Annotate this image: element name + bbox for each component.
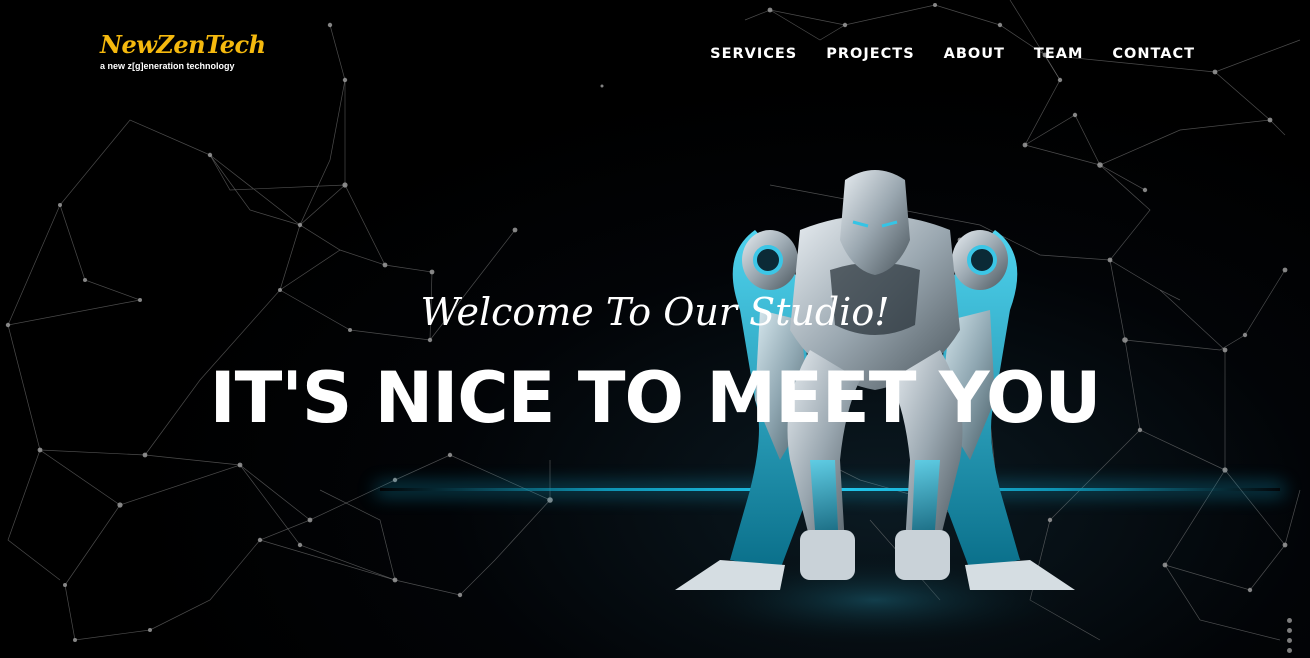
brand-name: NewZenTech [100, 30, 266, 59]
nav-link-services[interactable]: SERVICES [710, 46, 797, 62]
hero-subtitle: Welcome To Our Studio! [420, 290, 890, 334]
nav-link-contact[interactable]: CONTACT [1112, 46, 1195, 62]
scroll-dot [1287, 648, 1292, 653]
nav-link-about[interactable]: ABOUT [944, 46, 1005, 62]
brand-logo[interactable]: NewZenTech a new z[g]eneration technolog… [100, 30, 266, 72]
scroll-dot [1287, 638, 1292, 643]
brand-tagline: a new z[g]eneration technology [100, 61, 235, 71]
hero-section: NewZenTech a new z[g]eneration technolog… [0, 0, 1310, 658]
nav-link-projects[interactable]: PROJECTS [826, 46, 914, 62]
scroll-dot [1287, 628, 1292, 633]
nav-link-team[interactable]: TEAM [1034, 46, 1083, 62]
scroll-dot [1287, 618, 1292, 623]
hero-headline: IT'S NICE TO MEET YOU [209, 357, 1102, 439]
scroll-dots-icon[interactable] [1287, 618, 1292, 658]
main-nav: SERVICES PROJECTS ABOUT TEAM CONTACT [710, 46, 1195, 62]
